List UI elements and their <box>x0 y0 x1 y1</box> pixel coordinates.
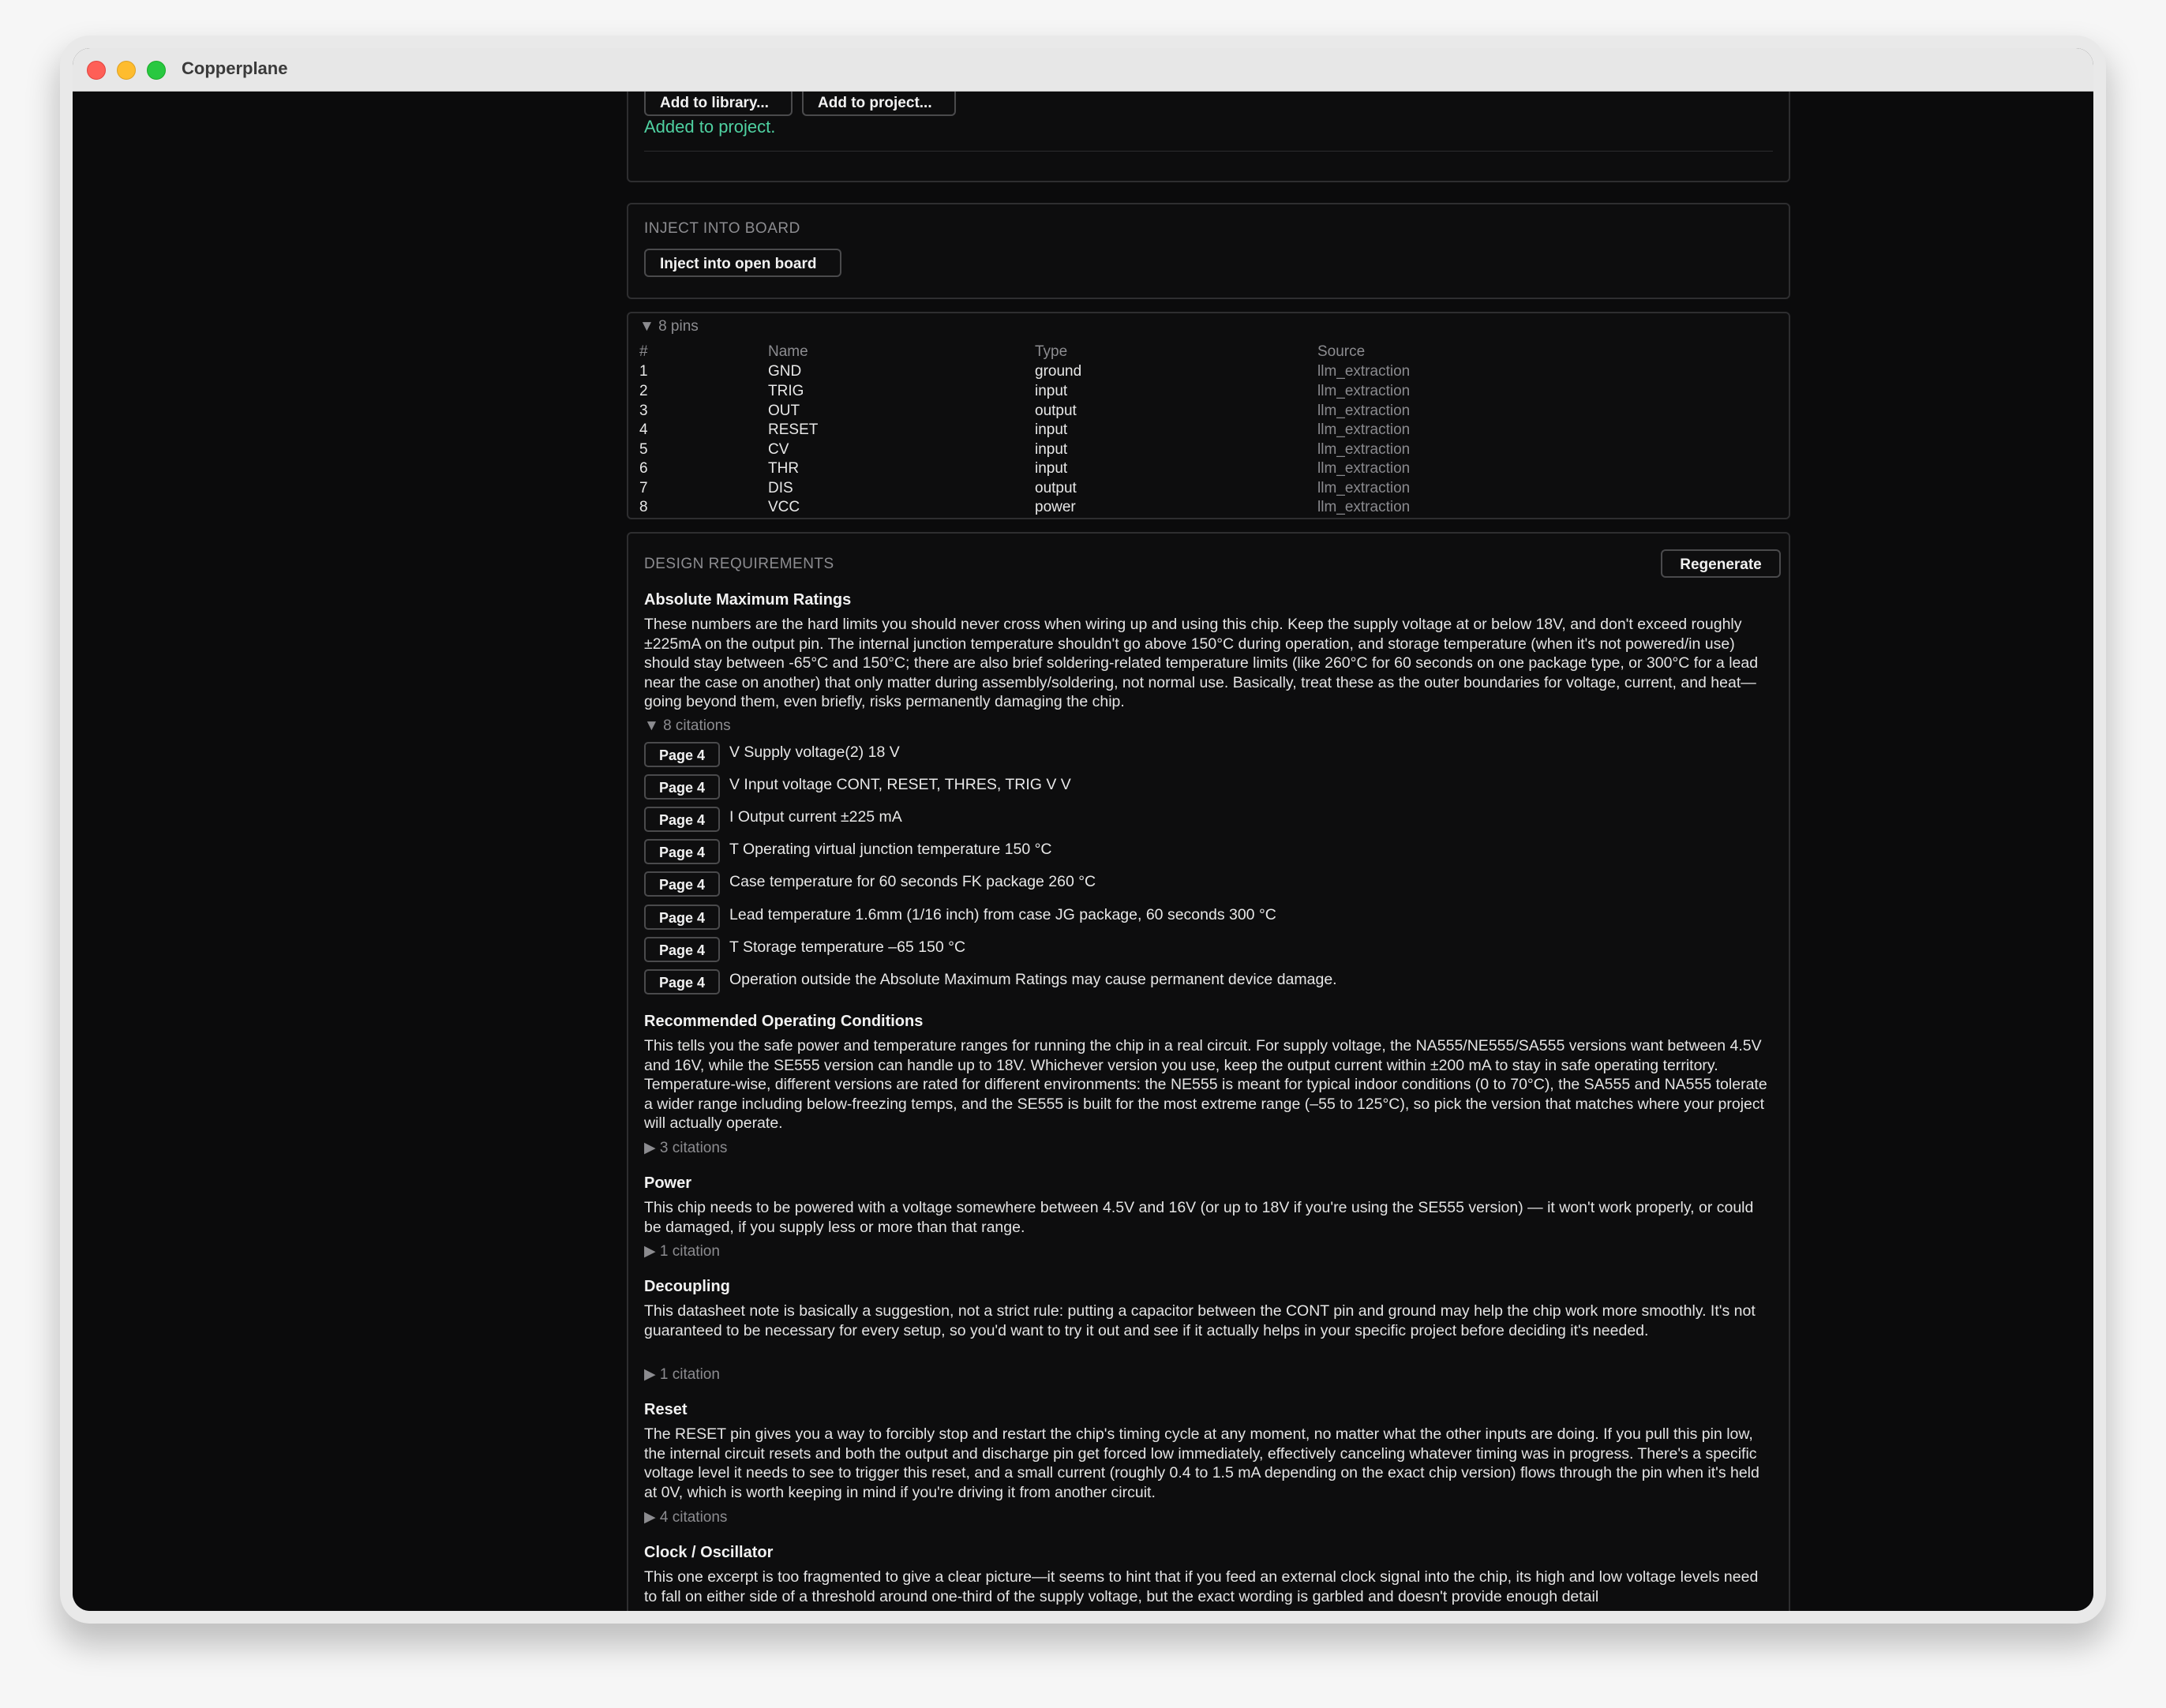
pin-number: 6 <box>639 460 648 477</box>
section-heading: DESIGN REQUIREMENTS <box>644 556 834 572</box>
minimize-window-button[interactable] <box>117 61 136 80</box>
citation-page-button[interactable]: Page 4 <box>644 742 720 767</box>
table-row: 4 RESET input llm_extraction <box>639 421 1778 440</box>
pin-source: llm_extraction <box>1317 383 1411 399</box>
main-content: Add to library... Add to project... Adde… <box>73 92 2093 1611</box>
inject-panel: INJECT INTO BOARD Inject into open board <box>627 203 1790 299</box>
pin-type: output <box>1035 403 1077 419</box>
pin-type: output <box>1035 480 1077 496</box>
column-header: Type <box>1035 343 1068 360</box>
citation-text: T Storage temperature –65 150 °C <box>729 938 966 956</box>
pins-panel: ▼ 8 pins # Name Type Source 1 GND ground… <box>627 312 1790 519</box>
window-title: Copperplane <box>182 58 288 78</box>
pin-name: THR <box>768 460 800 477</box>
add-to-project-button[interactable]: Add to project... <box>802 92 956 116</box>
column-header: # <box>639 343 648 360</box>
pin-number: 5 <box>639 441 648 458</box>
requirement-body: This datasheet note is basically a sugge… <box>644 1302 1756 1339</box>
pin-source: llm_extraction <box>1317 421 1411 438</box>
citation-page-button[interactable]: Page 4 <box>644 871 720 897</box>
citation-text: Operation outside the Absolute Maximum R… <box>729 971 1337 988</box>
citation-page-button[interactable]: Page 4 <box>644 905 720 930</box>
add-to-panel: Add to library... Add to project... Adde… <box>627 92 1790 182</box>
citations-toggle[interactable]: ▶ 3 citations <box>644 1139 727 1157</box>
pin-type: input <box>1035 383 1068 399</box>
table-row: 7 DIS output llm_extraction <box>639 480 1778 499</box>
pin-number: 7 <box>639 480 648 496</box>
requirement-title: Absolute Maximum Ratings <box>644 591 852 609</box>
citation-text: I Output current ±225 mA <box>729 808 902 826</box>
pin-source: llm_extraction <box>1317 460 1411 477</box>
pin-name: VCC <box>768 499 800 515</box>
pin-number: 3 <box>639 403 648 419</box>
pin-source: llm_extraction <box>1317 499 1411 515</box>
table-row: 1 GND ground llm_extraction <box>639 363 1778 382</box>
section-heading: INJECT INTO BOARD <box>644 220 800 237</box>
citation-page-button[interactable]: Page 4 <box>644 839 720 864</box>
inject-into-open-board-button[interactable]: Inject into open board <box>644 249 841 277</box>
status-message: Added to project. <box>644 117 776 137</box>
divider <box>644 151 1773 152</box>
table-row: 6 THR input llm_extraction <box>639 460 1778 479</box>
pin-name: GND <box>768 363 802 380</box>
pin-name: RESET <box>768 421 819 438</box>
requirement-title: Power <box>644 1174 692 1192</box>
pin-type: power <box>1035 499 1076 515</box>
pin-name: TRIG <box>768 383 804 399</box>
column-header: Source <box>1317 343 1366 360</box>
pin-source: llm_extraction <box>1317 480 1411 496</box>
pin-name: OUT <box>768 403 800 419</box>
citation-page-button[interactable]: Page 4 <box>644 807 720 832</box>
zoom-window-button[interactable] <box>147 61 166 80</box>
requirement-body: This tells you the safe power and temper… <box>644 1037 1767 1133</box>
column-header: Name <box>768 343 808 360</box>
table-row: 5 CV input llm_extraction <box>639 441 1778 460</box>
pin-type: input <box>1035 421 1068 438</box>
citation-text: V Input voltage CONT, RESET, THRES, TRIG… <box>729 776 1071 793</box>
pin-source: llm_extraction <box>1317 441 1411 458</box>
pin-number: 2 <box>639 383 648 399</box>
table-row: 2 TRIG input llm_extraction <box>639 383 1778 402</box>
design-requirements-panel: DESIGN REQUIREMENTS Regenerate Absolute … <box>627 532 1790 1611</box>
citation-page-button[interactable]: Page 4 <box>644 937 720 962</box>
citation-text: V Supply voltage(2) 18 V <box>729 744 900 761</box>
citations-toggle[interactable]: ▶ 4 citations <box>644 1508 727 1526</box>
pin-type: ground <box>1035 363 1082 380</box>
pin-source: llm_extraction <box>1317 363 1411 380</box>
title-bar: Copperplane <box>73 48 2093 92</box>
pin-type: input <box>1035 460 1068 477</box>
citations-toggle[interactable]: ▼ 8 citations <box>644 717 731 735</box>
pin-name: DIS <box>768 480 793 496</box>
close-window-button[interactable] <box>87 61 106 80</box>
requirement-body: This chip needs to be powered with a vol… <box>644 1199 1754 1236</box>
citation-text: Lead temperature 1.6mm (1/16 inch) from … <box>729 906 1276 923</box>
requirement-title: Recommended Operating Conditions <box>644 1013 924 1030</box>
table-row: 3 OUT output llm_extraction <box>639 403 1778 421</box>
pin-number: 4 <box>639 421 648 438</box>
pins-table-header: # Name Type Source <box>639 343 1778 362</box>
citation-page-button[interactable]: Page 4 <box>644 969 720 994</box>
pin-source: llm_extraction <box>1317 403 1411 419</box>
pins-disclosure-toggle[interactable]: ▼ 8 pins <box>639 318 699 335</box>
citation-page-button[interactable]: Page 4 <box>644 774 720 800</box>
requirement-body: This one excerpt is too fragmented to gi… <box>644 1568 1759 1605</box>
pin-number: 1 <box>639 363 648 380</box>
requirement-title: Reset <box>644 1401 688 1418</box>
requirement-body: The RESET pin gives you a way to forcibl… <box>644 1425 1759 1501</box>
requirement-title: Clock / Oscillator <box>644 1544 774 1561</box>
pin-name: CV <box>768 441 789 458</box>
citation-text: T Operating virtual junction temperature… <box>729 841 1052 858</box>
app-window: Copperplane Add to library... Add to pro… <box>73 48 2093 1611</box>
citations-toggle[interactable]: ▶ 1 citation <box>644 1242 720 1260</box>
pin-type: input <box>1035 441 1068 458</box>
table-row: 8 VCC power llm_extraction <box>639 499 1778 518</box>
citations-toggle[interactable]: ▶ 1 citation <box>644 1365 720 1384</box>
regenerate-button[interactable]: Regenerate <box>1661 549 1781 578</box>
add-to-library-button[interactable]: Add to library... <box>644 92 793 116</box>
requirement-body: These numbers are the hard limits you sh… <box>644 616 1759 711</box>
citation-text: Case temperature for 60 seconds FK packa… <box>729 873 1096 890</box>
requirement-title: Decoupling <box>644 1278 730 1295</box>
pin-number: 8 <box>639 499 648 515</box>
